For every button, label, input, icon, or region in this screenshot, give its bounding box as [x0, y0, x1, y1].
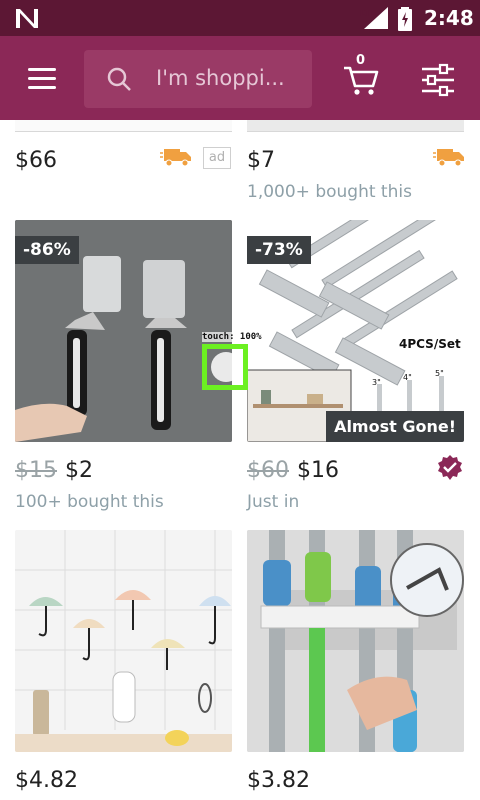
status-bar: LTE 2:48 [0, 0, 480, 36]
ad-badge: ad [203, 147, 231, 169]
search-placeholder: I'm shoppi... [156, 66, 285, 90]
bought-count: 1,000+ bought this [247, 182, 412, 202]
umbrella-hooks-illustration [15, 530, 232, 752]
product-image-top-right[interactable] [247, 120, 464, 132]
mop-holder-illustration [247, 530, 464, 752]
truck-icon [160, 149, 191, 167]
listing-status: Just in [247, 492, 300, 512]
product-feed[interactable]: $66 ad $7 1,000+ bought this -86% $15 $2… [0, 120, 480, 800]
original-price: $15 [15, 458, 57, 483]
product-price: $3.82 [247, 768, 310, 793]
bought-count: 100+ bought this [15, 492, 164, 512]
battery-icon [398, 7, 412, 31]
search-icon [107, 67, 131, 91]
verified-badge-icon [438, 455, 462, 480]
product-image-umbrella-hooks[interactable] [15, 530, 232, 752]
size-label: 3" [372, 378, 381, 387]
image-text-set: 4PCS/Set [399, 337, 461, 351]
touch-indicator-label: touch: 100% [202, 332, 262, 342]
status-time: 2:48 [424, 6, 474, 30]
almost-gone-badge: Almost Gone! [326, 411, 464, 442]
original-price: $60 [247, 458, 289, 483]
size-label: 4" [403, 373, 412, 382]
product-price: $15 $2 [15, 458, 93, 483]
sliders-icon [422, 63, 454, 97]
product-image-top-left[interactable] [15, 120, 232, 132]
filter-button[interactable] [418, 62, 458, 98]
product-price: $7 [247, 148, 275, 173]
product-price: $66 [15, 148, 57, 173]
menu-icon [28, 68, 56, 71]
signal-icon: LTE [360, 5, 392, 35]
menu-icon-line [28, 77, 56, 80]
product-image-razor-hooks[interactable]: -86% [15, 220, 232, 442]
touch-indicator: touch: 100% [202, 332, 262, 392]
app-bar: I'm shoppi... 0 [0, 36, 480, 120]
product-image-mop-holder[interactable] [247, 530, 464, 752]
menu-button[interactable] [22, 62, 62, 94]
menu-icon-line [28, 86, 56, 89]
discount-badge: -73% [247, 236, 311, 264]
size-label: 5" [435, 369, 444, 378]
sale-price: $2 [65, 458, 93, 483]
search-input[interactable]: I'm shoppi... [84, 50, 312, 108]
touch-point [211, 352, 241, 382]
network-type: LTE [360, 9, 377, 19]
product-image-shelf-brackets[interactable]: 4PCS/Set 3" 4" 5" -73% Almost Gone! [247, 220, 464, 442]
cart-count-badge: 0 [356, 53, 366, 68]
sale-price: $16 [297, 458, 339, 483]
discount-badge: -86% [15, 236, 79, 264]
notification-n-icon [16, 9, 38, 28]
truck-icon [433, 149, 464, 167]
cart-button[interactable]: 0 [338, 53, 382, 100]
product-price: $4.82 [15, 768, 78, 793]
product-price: $60 $16 [247, 458, 339, 483]
